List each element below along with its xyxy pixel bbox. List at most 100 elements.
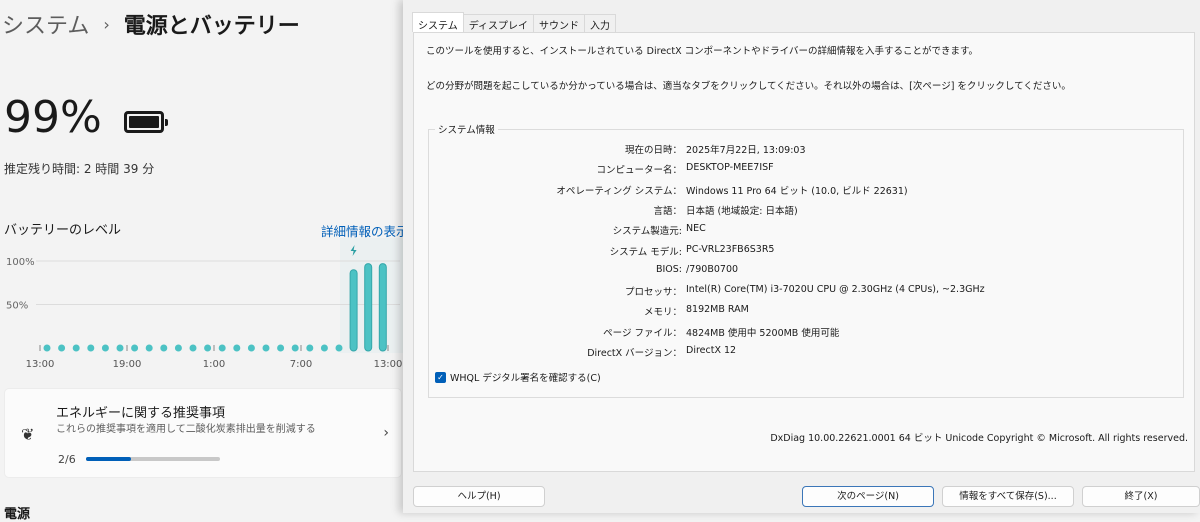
data-point-empty	[320, 344, 328, 352]
remaining-time: 推定残り時間: 2 時間 39 分	[4, 162, 155, 176]
intro-text: このツールを使用すると、インストールされている DirectX コンポーネントや…	[426, 46, 978, 57]
y-tick-label: 100%	[6, 257, 35, 268]
chevron-right-icon: ›	[383, 425, 389, 441]
data-point-empty	[189, 344, 197, 352]
next-page-button[interactable]: 次のページ(N)	[802, 486, 934, 507]
x-tick-label: 7:00	[290, 359, 312, 370]
breadcrumb: システム › 電源とバッテリー	[2, 8, 300, 40]
data-point-empty	[233, 344, 241, 352]
data-point-empty	[58, 344, 66, 352]
data-point-empty	[204, 344, 212, 352]
group-title: システム情報	[435, 122, 498, 136]
energy-recommendations-card[interactable]: ❦ エネルギーに関する推奨事項 これらの推奨事項を適用して二酸化炭素排出量を削減…	[4, 388, 402, 478]
battery-bar	[364, 263, 373, 352]
info-key: DirectX バージョン：	[587, 348, 682, 359]
tab-pane: このツールを使用すると、インストールされている DirectX コンポーネントや…	[413, 32, 1195, 472]
data-point-empty	[72, 344, 80, 352]
data-point-empty	[131, 344, 139, 352]
tab-sound[interactable]: サウンド	[533, 14, 586, 32]
data-point-empty	[306, 344, 314, 352]
card-title: エネルギーに関する推奨事項	[56, 406, 226, 421]
info-value: 4824MB 使用中 5200MB 使用可能	[686, 327, 840, 339]
info-key: オペレーティング システム：	[556, 185, 682, 197]
battery-bar	[378, 263, 387, 352]
info-row: プロセッサ： Intel(R) Core(TM) i3-7020U CPU @ 2…	[429, 284, 1169, 298]
progress-label: 2/6	[58, 453, 76, 466]
card-subtitle: これらの推奨事項を適用して二酸化炭素排出量を削減する	[56, 424, 316, 435]
data-point-empty	[87, 344, 95, 352]
battery-level-chart: 100% 50% 13:00 19:00 1:00 7:00 13:00	[6, 238, 405, 370]
battery-percent: 99%	[4, 92, 102, 143]
leaf-icon: ❦	[21, 425, 35, 444]
info-row: メモリ： 8192MB RAM	[429, 304, 1169, 318]
info-key: メモリ：	[643, 307, 682, 319]
info-row: 言語： 日本語 (地域設定: 日本語)	[429, 203, 1169, 217]
battery-bar	[349, 269, 358, 352]
info-row: システム製造元: NEC	[429, 223, 1169, 237]
info-value: NEC	[686, 223, 706, 235]
info-value: DirectX 12	[686, 345, 737, 356]
info-value: 8192MB RAM	[686, 304, 749, 316]
whql-label: WHQL デジタル署名を確認する(C)	[450, 373, 601, 384]
info-value: 2025年7月22日, 13:09:03	[686, 145, 806, 156]
info-value: PC-VRL23FB6S3R5	[686, 243, 775, 255]
data-point-empty	[145, 344, 153, 352]
data-point-empty	[160, 344, 168, 352]
version-text: DxDiag 10.00.22621.0001 64 ビット Unicode C…	[770, 433, 1188, 444]
whql-checkbox[interactable]: ✓ WHQL デジタル署名を確認する(C)	[435, 370, 601, 384]
x-tick-label: 13:00	[26, 359, 55, 370]
instruction-text: どの分野が問題を起こしているか分かっている場合は、適当なタブをクリックしてくださ…	[426, 81, 1071, 92]
settings-panel: システム › 電源とバッテリー 99% 推定残り時間: 2 時間 39 分 バッ…	[0, 0, 410, 522]
data-point-empty	[277, 344, 285, 352]
tab-display[interactable]: ディスプレイ	[462, 14, 535, 32]
info-key: プロセッサ：	[624, 287, 682, 299]
info-key: コンピューター名：	[596, 165, 682, 177]
tab-input[interactable]: 入力	[584, 14, 617, 32]
data-point-empty	[247, 344, 255, 352]
info-key: BIOS:	[655, 263, 682, 275]
x-tick-label: 1:00	[203, 359, 225, 370]
info-value: 日本語 (地域設定: 日本語)	[686, 205, 798, 217]
info-row: 現在の日時： 2025年7月22日, 13:09:03	[429, 142, 1169, 156]
battery-icon	[124, 111, 168, 133]
data-point-empty	[335, 344, 343, 352]
info-value: Windows 11 Pro 64 ビット (10.0, ビルド 22631)	[686, 185, 908, 197]
data-point-empty	[291, 344, 299, 352]
info-value: Intel(R) Core(TM) i3-7020U CPU @ 2.30GHz…	[686, 284, 985, 296]
data-point-empty	[174, 344, 182, 352]
info-key: 言語：	[653, 205, 682, 217]
info-key: システム製造元:	[612, 226, 682, 238]
info-key: ページ ファイル：	[603, 327, 682, 339]
data-point-empty	[262, 344, 270, 352]
info-row: コンピューター名： DESKTOP-MEE7ISF	[429, 162, 1169, 176]
data-point-empty	[116, 344, 124, 352]
help-button[interactable]: ヘルプ(H)	[413, 486, 545, 507]
info-value: /790B0700	[686, 263, 739, 275]
y-tick-label: 50%	[6, 301, 28, 312]
data-point-empty	[218, 344, 226, 352]
checkmark-icon: ✓	[435, 371, 446, 383]
tab-bar: システム ディスプレイ サウンド 入力	[412, 12, 617, 32]
info-key: 現在の日時：	[624, 145, 682, 156]
info-row: オペレーティング システム： Windows 11 Pro 64 ビット (10.…	[429, 183, 1169, 197]
x-tick-label: 13:00	[374, 359, 403, 370]
page-title: 電源とバッテリー	[123, 14, 300, 39]
system-info-group: システム情報 ✓ WHQL デジタル署名を確認する(C) 現在の日時： 2025年7…	[428, 122, 1184, 398]
save-all-button[interactable]: 情報をすべて保存(S)...	[942, 486, 1074, 507]
x-tick-label: 19:00	[113, 359, 142, 370]
info-row: DirectX バージョン： DirectX 12	[429, 345, 1169, 359]
breadcrumb-separator: ›	[103, 14, 110, 34]
tab-system[interactable]: システム	[412, 12, 464, 32]
data-point-empty	[101, 344, 109, 352]
info-key: システム モデル:	[609, 246, 682, 258]
progress-bar	[86, 457, 220, 461]
info-row: BIOS: /790B0700	[429, 264, 1169, 275]
battery-level-title: バッテリーのレベル	[4, 223, 122, 238]
exit-button[interactable]: 終了(X)	[1082, 486, 1200, 507]
info-value: DESKTOP-MEE7ISF	[686, 162, 774, 174]
breadcrumb-system[interactable]: システム	[2, 8, 89, 40]
data-point-empty	[43, 344, 51, 352]
dxdiag-window: システム ディスプレイ サウンド 入力 このツールを使用すると、インストールされ…	[403, 0, 1200, 513]
info-row: ページ ファイル： 4824MB 使用中 5200MB 使用可能	[429, 325, 1169, 339]
info-row: システム モデル: PC-VRL23FB6S3R5	[429, 244, 1169, 258]
